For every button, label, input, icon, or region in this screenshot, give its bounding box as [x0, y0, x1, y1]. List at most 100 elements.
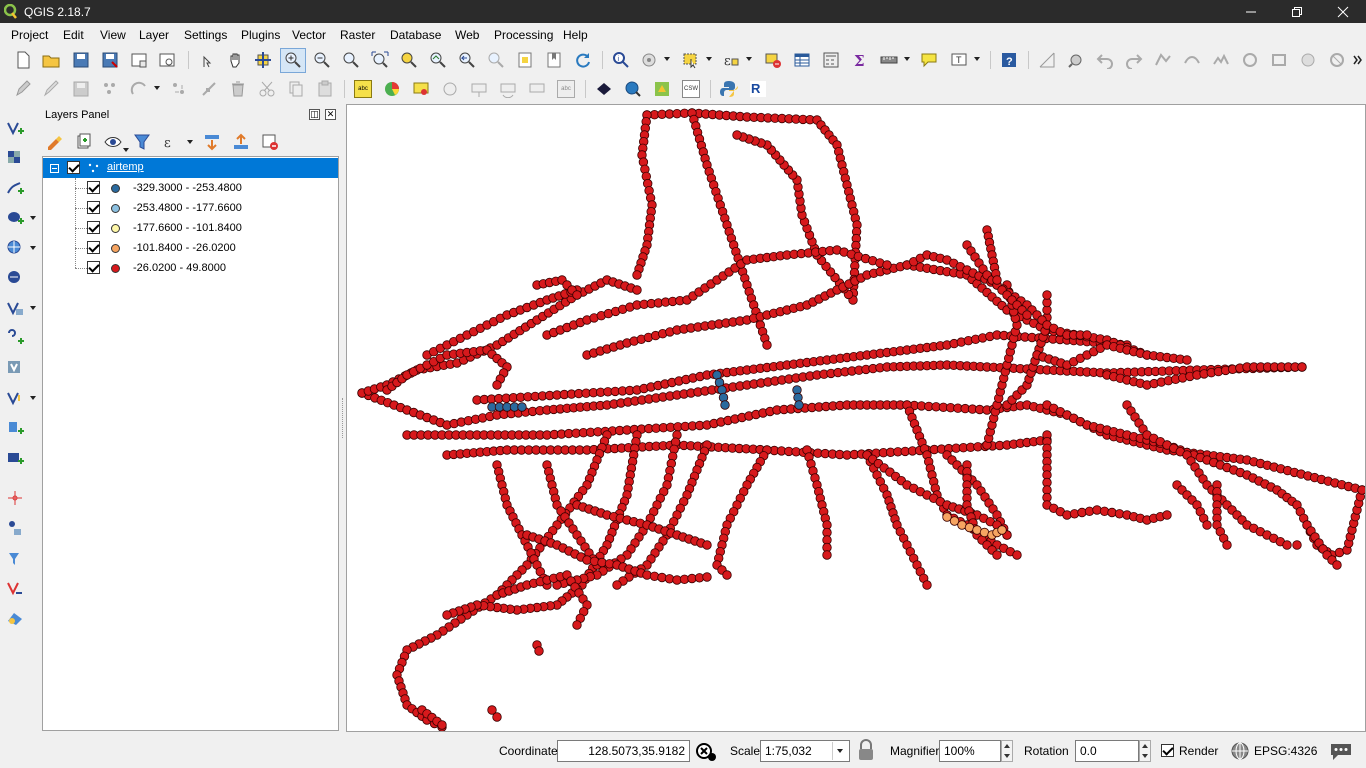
dropdown-arrow-icon[interactable] — [30, 246, 36, 250]
spatial-query-icon[interactable] — [6, 549, 24, 567]
metasearch-icon[interactable] — [595, 80, 613, 98]
style-manager-icon[interactable] — [46, 133, 64, 151]
zoom-next-icon[interactable] — [487, 51, 505, 69]
move-feature-icon[interactable] — [170, 80, 188, 98]
simplify-feature-icon[interactable] — [1212, 51, 1230, 69]
legend-class-row[interactable]: -177.6600 - -101.8400 — [43, 218, 338, 238]
menu-help[interactable]: Help — [563, 28, 588, 42]
fill-ring-icon[interactable] — [1299, 51, 1317, 69]
magnifier-field[interactable]: 100% — [939, 740, 1001, 762]
legend-class-row[interactable]: -101.8400 - -26.0200 — [43, 238, 338, 258]
vertex-tool-icon[interactable] — [1067, 51, 1085, 69]
magnifier-spinner[interactable] — [1001, 740, 1013, 762]
qgis-cloud-icon[interactable] — [653, 80, 671, 98]
toolbar-overflow-icon[interactable] — [1352, 51, 1364, 69]
add-delimited-text-icon[interactable] — [6, 329, 24, 347]
vector-analysis-icon[interactable] — [6, 579, 24, 597]
add-circular-string-icon[interactable] — [130, 80, 148, 98]
add-vector-layer-icon[interactable] — [6, 119, 24, 137]
legend-class-row[interactable]: -253.4800 - -177.6600 — [43, 198, 338, 218]
dropdown-arrow-icon[interactable] — [706, 57, 712, 61]
new-shapefile-layer-icon[interactable] — [6, 389, 24, 407]
zoom-out-icon[interactable] — [313, 51, 331, 69]
csw-icon[interactable]: CSW — [682, 80, 700, 98]
menu-plugins[interactable]: Plugins — [241, 28, 280, 42]
current-edits-icon[interactable] — [14, 80, 32, 98]
add-oracle-layer-icon[interactable] — [6, 419, 24, 437]
lock-scale-icon[interactable] — [857, 739, 875, 761]
crs-label[interactable]: EPSG:4326 — [1254, 744, 1317, 758]
expand-all-icon[interactable] — [203, 133, 221, 151]
panel-float-button[interactable]: ◫ — [309, 109, 320, 120]
new-map-view-icon[interactable] — [516, 51, 534, 69]
show-hide-labels-icon[interactable]: abc — [557, 80, 575, 98]
dropdown-arrow-icon[interactable] — [123, 148, 129, 152]
add-feature-point-icon[interactable] — [6, 489, 24, 507]
map-canvas[interactable] — [346, 104, 1366, 732]
menu-project[interactable]: Project — [11, 28, 48, 42]
label-tool-icon[interactable]: abc — [354, 80, 372, 98]
panel-close-button[interactable]: ✕ — [325, 109, 336, 120]
python-console-icon[interactable] — [720, 80, 738, 98]
legend-class-row[interactable]: -329.3000 - -253.4800 — [43, 178, 338, 198]
redo-icon[interactable] — [1125, 51, 1143, 69]
save-layer-edits-icon[interactable] — [72, 80, 90, 98]
filter-legend-icon[interactable] — [133, 133, 151, 151]
minimize-button[interactable] — [1228, 0, 1274, 23]
messages-icon[interactable] — [1329, 741, 1353, 761]
zoom-full-icon[interactable] — [371, 51, 389, 69]
pan-to-selection-icon[interactable] — [254, 51, 272, 69]
whats-this-icon[interactable]: ? — [1000, 51, 1018, 69]
menu-database[interactable]: Database — [390, 28, 441, 42]
collapse-toggle-icon[interactable] — [50, 164, 59, 173]
scale-dropdown-button[interactable] — [832, 742, 848, 760]
rotation-spinner[interactable] — [1139, 740, 1151, 762]
dropdown-arrow-icon[interactable] — [664, 57, 670, 61]
save-project-icon[interactable] — [72, 51, 90, 69]
highlight-labels-icon[interactable] — [441, 80, 459, 98]
add-wfs-layer-icon[interactable] — [6, 299, 24, 317]
add-wcs-layer-icon[interactable] — [6, 269, 24, 287]
digitize-tool-icon[interactable] — [1038, 51, 1056, 69]
refresh-icon[interactable] — [574, 51, 592, 69]
save-as-icon[interactable] — [101, 51, 119, 69]
delete-selected-icon[interactable] — [229, 80, 247, 98]
add-raster-layer-icon[interactable] — [6, 149, 24, 167]
new-bookmark-icon[interactable] — [545, 51, 563, 69]
layer-row-airtemp[interactable]: airtemp — [43, 158, 338, 178]
add-virtual-layer-icon[interactable] — [6, 359, 24, 377]
change-label-icon[interactable] — [528, 80, 546, 98]
manage-visibility-icon[interactable] — [104, 133, 122, 151]
composer-manager-icon[interactable] — [158, 51, 176, 69]
menu-view[interactable]: View — [100, 28, 126, 42]
menu-edit[interactable]: Edit — [63, 28, 84, 42]
dropdown-arrow-icon[interactable] — [746, 57, 752, 61]
attribute-table-icon[interactable] — [793, 51, 811, 69]
identify-features-icon[interactable]: i — [612, 51, 630, 69]
dropdown-arrow-icon[interactable] — [30, 306, 36, 310]
coordinate-field[interactable]: 128.5073,35.9182 — [557, 740, 690, 762]
new-print-composer-icon[interactable] — [130, 51, 148, 69]
legend-class-row[interactable]: -26.0200 - 49.8000 — [43, 258, 338, 278]
dropdown-arrow-icon[interactable] — [904, 57, 910, 61]
node-tool-icon[interactable] — [200, 80, 218, 98]
select-features-icon[interactable] — [682, 51, 700, 69]
coordinate-toggle-icon[interactable] — [694, 739, 718, 763]
menu-web[interactable]: Web — [455, 28, 479, 42]
open-project-icon[interactable] — [42, 51, 60, 69]
filter-by-expression-icon[interactable]: ε — [162, 133, 180, 151]
rotate-label-icon[interactable] — [499, 80, 517, 98]
select-by-expression-icon[interactable]: ε — [722, 51, 740, 69]
paste-features-icon[interactable] — [316, 80, 334, 98]
dropdown-arrow-icon[interactable] — [154, 86, 160, 90]
rotation-field[interactable]: 0.0 — [1075, 740, 1139, 762]
menu-processing[interactable]: Processing — [494, 28, 553, 42]
pin-labels-icon[interactable] — [412, 80, 430, 98]
zoom-to-layer-icon[interactable] — [429, 51, 447, 69]
layer-visibility-checkbox[interactable] — [67, 161, 80, 174]
statistical-summary-icon[interactable]: Σ — [851, 51, 869, 69]
remove-layer-icon[interactable] — [261, 133, 279, 151]
new-project-icon[interactable] — [14, 51, 32, 69]
map-tips-icon[interactable] — [920, 51, 938, 69]
move-label-icon[interactable] — [470, 80, 488, 98]
